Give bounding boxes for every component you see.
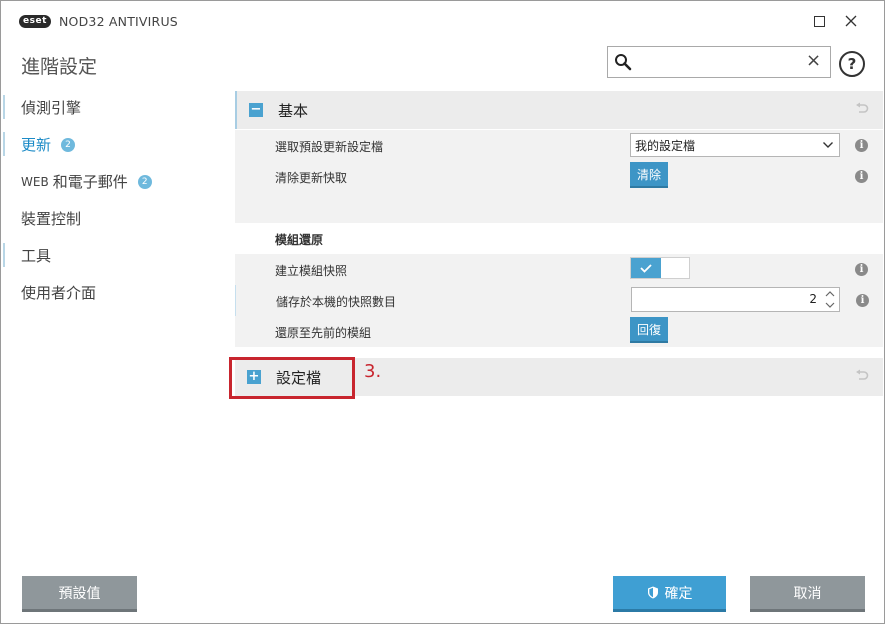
revert-icon[interactable] xyxy=(855,369,869,383)
cancel-button[interactable]: 取消 xyxy=(750,576,865,612)
profile-select[interactable]: 我的設定檔 xyxy=(630,133,840,157)
setting-label: 選取預設更新設定檔 xyxy=(275,140,384,154)
setting-row-create-snapshots: 建立模組快照 i xyxy=(235,254,883,285)
info-icon[interactable]: i xyxy=(855,139,868,152)
info-icon[interactable]: i xyxy=(855,263,868,276)
setting-row-module-rollback-heading: 模組還原 xyxy=(235,223,883,254)
info-icon[interactable]: i xyxy=(856,294,869,307)
toggle-on-segment xyxy=(631,258,661,278)
search-box[interactable]: × xyxy=(607,46,831,78)
app-title: NOD32 ANTIVIRUS xyxy=(59,14,178,29)
collapse-icon[interactable]: − xyxy=(249,103,263,117)
check-icon xyxy=(640,264,652,273)
spinner-up-icon[interactable] xyxy=(824,289,836,299)
annotation-highlight-box xyxy=(229,357,355,399)
clear-cache-button[interactable]: 清除 xyxy=(630,162,669,188)
search-icon xyxy=(615,54,632,71)
app-window: eset NOD32 ANTIVIRUS 進階設定 × ? 偵測引擎 更新 2 xyxy=(0,0,885,624)
setting-label: 建立模組快照 xyxy=(275,264,348,278)
sidebar-item-label: 工具 xyxy=(21,247,52,265)
spinner-value: 2 xyxy=(809,292,817,306)
ok-button[interactable]: 確定 xyxy=(613,576,726,612)
sidebar-item-user-interface[interactable]: 使用者介面 xyxy=(1,274,223,311)
setting-row-clear-cache: 清除更新快取 清除 i xyxy=(235,161,883,192)
maximize-icon xyxy=(813,15,825,27)
count-badge: 2 xyxy=(137,174,152,189)
sidebar-item-label: 和電子郵件 xyxy=(52,173,128,191)
setting-label: 還原至先前的模組 xyxy=(275,326,372,340)
rollback-button[interactable]: 回復 xyxy=(630,317,669,343)
cancel-button-label: 取消 xyxy=(793,585,822,602)
sidebar-item-detection-engine[interactable]: 偵測引擎 xyxy=(1,89,223,126)
shield-icon xyxy=(647,586,658,599)
title-bar: eset NOD32 ANTIVIRUS xyxy=(1,1,884,43)
sidebar-item-label: 裝置控制 xyxy=(21,210,82,228)
maximize-button[interactable] xyxy=(805,7,833,35)
section-header-basic[interactable]: − 基本 xyxy=(235,91,883,129)
chevron-down-icon xyxy=(823,142,833,148)
select-value: 我的設定檔 xyxy=(635,139,696,153)
setting-row-rollback: 還原至先前的模組 回復 xyxy=(235,316,883,347)
setting-label: 清除更新快取 xyxy=(275,171,348,185)
page-title: 進階設定 xyxy=(21,56,98,78)
setting-row-select-profile: 選取預設更新設定檔 我的設定檔 i xyxy=(235,130,883,161)
help-icon[interactable]: ? xyxy=(839,51,865,77)
sidebar-item-device-control[interactable]: 裝置控制 xyxy=(1,200,223,237)
setting-row-snapshot-count: 儲存於本機的快照數目 2 i xyxy=(235,285,883,316)
info-icon[interactable]: i xyxy=(855,170,868,183)
ok-button-label: 確定 xyxy=(664,585,693,602)
search-clear-icon[interactable]: × xyxy=(806,50,821,72)
section-title: 基本 xyxy=(278,102,309,120)
annotation-step-label: 3. xyxy=(364,361,382,382)
sidebar-item-label: 使用者介面 xyxy=(21,284,97,302)
default-button-label: 預設值 xyxy=(58,585,101,602)
search-input[interactable] xyxy=(638,51,802,73)
close-button[interactable] xyxy=(837,7,865,35)
eset-logo: eset xyxy=(19,15,51,28)
sidebar: 偵測引擎 更新 2 WEB 和電子郵件 2 裝置控制 工具 使用者介面 xyxy=(1,89,223,311)
snapshot-count-spinner[interactable]: 2 xyxy=(631,287,840,312)
sidebar-item-web-email[interactable]: WEB 和電子郵件 2 xyxy=(1,163,223,200)
setting-label: 儲存於本機的快照數目 xyxy=(276,295,397,309)
spacer-row xyxy=(235,192,883,223)
create-snapshots-toggle[interactable] xyxy=(630,257,690,279)
default-button[interactable]: 預設值 xyxy=(22,576,137,612)
count-badge: 2 xyxy=(61,137,76,152)
subsection-heading: 模組還原 xyxy=(275,233,324,247)
sidebar-item-update[interactable]: 更新 2 xyxy=(1,126,223,163)
sidebar-item-label: 更新 xyxy=(21,136,52,154)
revert-icon[interactable] xyxy=(855,102,869,116)
spinner-down-icon[interactable] xyxy=(824,300,836,310)
close-icon xyxy=(845,15,857,27)
sidebar-item-prefix: WEB xyxy=(21,174,49,189)
sidebar-item-label: 偵測引擎 xyxy=(21,99,82,117)
sidebar-item-tools[interactable]: 工具 xyxy=(1,237,223,274)
